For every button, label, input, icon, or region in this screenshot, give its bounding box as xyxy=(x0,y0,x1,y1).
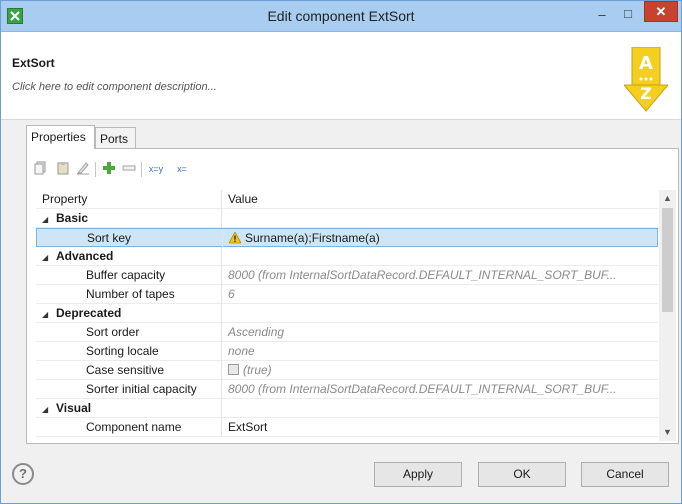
close-button[interactable]: ✕ xyxy=(644,1,678,22)
category-row-deprecated[interactable]: ◢ Deprecated xyxy=(36,304,658,323)
category-label: Visual xyxy=(56,401,92,415)
property-label: Buffer capacity xyxy=(36,266,222,285)
component-name: ExtSort xyxy=(12,56,55,70)
cancel-button[interactable]: Cancel xyxy=(581,462,669,487)
category-label: Basic xyxy=(56,211,89,225)
properties-grid: Property Value ◢ Basic Sort key Surname(a… xyxy=(36,190,658,441)
editor-content: Properties Ports x=y x= Property Value ◢… xyxy=(26,125,679,444)
property-value: (true) xyxy=(243,363,272,377)
svg-text:A: A xyxy=(639,53,653,74)
property-row-number-of-tapes[interactable]: Number of tapes 6 xyxy=(36,285,658,304)
property-label: Case sensitive xyxy=(36,361,222,380)
collapse-triangle-icon[interactable]: ◢ xyxy=(42,249,56,266)
title-bar[interactable]: Edit component ExtSort – □ ✕ xyxy=(1,1,681,32)
scroll-up-icon[interactable]: ▲ xyxy=(659,190,676,207)
category-row-visual[interactable]: ◢ Visual xyxy=(36,399,658,418)
property-row-buffer-capacity[interactable]: Buffer capacity 8000 (from InternalSortD… xyxy=(36,266,658,285)
property-row-case-sensitive[interactable]: Case sensitive (true) xyxy=(36,361,658,380)
property-label: Sort order xyxy=(36,323,222,342)
property-label: Sort key xyxy=(37,229,223,248)
apply-button[interactable]: Apply xyxy=(374,462,462,487)
toolbar-separator xyxy=(95,162,96,177)
case-sensitive-checkbox[interactable] xyxy=(228,364,239,375)
sort-az-icon: A Z xyxy=(624,47,668,112)
column-header-property[interactable]: Property xyxy=(36,190,222,209)
property-row-component-name[interactable]: Component name ExtSort xyxy=(36,418,658,437)
scroll-thumb[interactable] xyxy=(662,208,673,312)
property-label: Component name xyxy=(36,418,222,437)
scroll-down-icon[interactable]: ▼ xyxy=(659,424,676,441)
property-value[interactable]: 8000 (from InternalSortDataRecord.DEFAUL… xyxy=(222,266,658,285)
component-description[interactable]: Click here to edit component description… xyxy=(12,81,217,93)
toolbar-separator xyxy=(141,162,142,177)
tab-properties[interactable]: Properties xyxy=(26,125,95,149)
edge-to-value-icon[interactable]: x=y xyxy=(145,161,167,177)
collapse-triangle-icon[interactable]: ◢ xyxy=(42,211,56,228)
category-row-advanced[interactable]: ◢ Advanced xyxy=(36,247,658,266)
property-row-sort-order[interactable]: Sort order Ascending xyxy=(36,323,658,342)
property-label: Number of tapes xyxy=(36,285,222,304)
category-row-basic[interactable]: ◢ Basic xyxy=(36,209,658,228)
copy-icon[interactable] xyxy=(33,161,49,177)
add-icon[interactable] xyxy=(101,161,117,177)
property-value[interactable]: Ascending xyxy=(222,323,658,342)
minimize-button[interactable]: – xyxy=(589,5,615,26)
clear-icon[interactable] xyxy=(75,161,91,177)
ok-button[interactable]: OK xyxy=(478,462,566,487)
property-value[interactable]: 8000 (from InternalSortDataRecord.DEFAUL… xyxy=(222,380,658,399)
category-label: Advanced xyxy=(56,249,114,263)
dialog-window: Edit component ExtSort – □ ✕ ExtSort Cli… xyxy=(0,0,682,504)
help-button[interactable]: ? xyxy=(12,463,34,485)
maximize-button[interactable]: □ xyxy=(615,4,641,25)
property-value[interactable]: Surname(a);Firstname(a) xyxy=(245,231,380,245)
warning-icon xyxy=(229,232,241,244)
property-value[interactable]: none xyxy=(222,342,658,361)
vertical-scrollbar[interactable]: ▲ ▼ xyxy=(659,190,676,441)
property-label: Sorter initial capacity xyxy=(36,380,222,399)
remove-icon[interactable] xyxy=(121,161,137,177)
properties-panel: x=y x= Property Value ◢ Basic Sort key Su… xyxy=(26,148,679,444)
collapse-triangle-icon[interactable]: ◢ xyxy=(42,401,56,418)
property-value[interactable]: ExtSort xyxy=(222,418,658,437)
category-label: Deprecated xyxy=(56,306,122,320)
column-header-value[interactable]: Value xyxy=(222,190,658,209)
property-value[interactable]: 6 xyxy=(222,285,658,304)
window-title: Edit component ExtSort xyxy=(267,8,415,24)
value-to-edge-icon[interactable]: x= xyxy=(171,161,193,177)
property-row-sorter-initial-capacity[interactable]: Sorter initial capacity 8000 (from Inter… xyxy=(36,380,658,399)
grid-header-row: Property Value xyxy=(36,190,658,209)
svg-text:Z: Z xyxy=(640,84,652,103)
tab-ports[interactable]: Ports xyxy=(95,127,136,149)
property-label: Sorting locale xyxy=(36,342,222,361)
property-row-sorting-locale[interactable]: Sorting locale none xyxy=(36,342,658,361)
paste-icon[interactable] xyxy=(55,161,71,177)
collapse-triangle-icon[interactable]: ◢ xyxy=(42,306,56,323)
property-row-sort-key[interactable]: Sort key Surname(a);Firstname(a) xyxy=(36,228,658,248)
component-header: ExtSort Click here to edit component des… xyxy=(1,32,681,120)
